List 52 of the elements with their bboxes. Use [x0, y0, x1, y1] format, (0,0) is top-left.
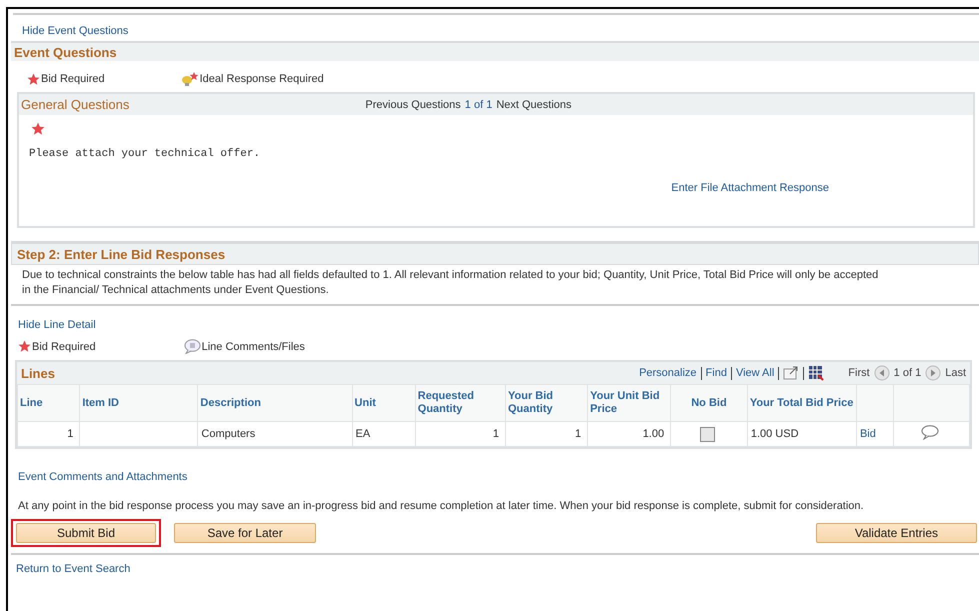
- toolbar-link[interactable]: Find: [706, 367, 727, 379]
- first-label: First: [848, 367, 870, 379]
- action-button[interactable]: Validate Entries: [816, 523, 977, 543]
- spreadsheet-icon[interactable]: [808, 365, 824, 381]
- toolbar-link[interactable]: View All: [736, 367, 774, 379]
- instruction-text: Due to technical constraints the below table has had all fields defaulted to 1. All relevant information related to your bid; Quantity, Unit Price, Total Bid Price will only be accepted in the Financial/ Technical attachments under Event Questions.: [21, 268, 880, 298]
- column-header: Line: [20, 396, 43, 408]
- table-cell: Computers: [201, 428, 256, 440]
- question-text: Please attach your technical offer.: [29, 148, 262, 160]
- action-button[interactable]: Submit Bid: [16, 523, 156, 543]
- table-cell: 1: [574, 428, 582, 440]
- previous-questions-label: Previous Questions: [365, 98, 461, 110]
- file-attachment-link[interactable]: Enter File Attachment Response: [29, 182, 829, 194]
- no-bid-checkbox[interactable]: [700, 426, 715, 442]
- page-count: 1 of 1: [464, 98, 492, 110]
- table-cell: 1: [67, 428, 74, 440]
- column-header: Description: [200, 396, 261, 408]
- comment-icon: [184, 339, 201, 354]
- column-header: Your Unit Bid Price: [590, 390, 660, 415]
- legend-label: Bid Required: [41, 73, 105, 85]
- panel-title: General Questions: [21, 97, 130, 112]
- legend-label: Line Comments/Files: [202, 340, 305, 352]
- section-title: Event Questions: [14, 44, 117, 60]
- column-header: Your Total Bid Price: [750, 396, 854, 408]
- column-header: Item ID: [82, 396, 119, 408]
- action-button[interactable]: Save for Later: [174, 523, 316, 543]
- table-cell: 1: [492, 428, 499, 440]
- star-icon: [27, 72, 40, 86]
- last-label: Last: [945, 367, 966, 379]
- return-link[interactable]: Return to Event Search: [16, 563, 130, 575]
- info-text: At any point in the bid response process you may save an in-progress bid and resume completion at later time. When your bid response is complete, submit for consideration.: [18, 499, 865, 514]
- toolbar-link[interactable]: Personalize: [639, 367, 697, 379]
- hide-line-detail-link[interactable]: Hide Line Detail: [18, 319, 96, 331]
- table-cell: 1.00 USD: [750, 428, 799, 440]
- column-header: Unit: [354, 396, 376, 408]
- column-header: Your Bid Quantity: [508, 390, 553, 415]
- page-count: 1 of 1: [894, 367, 922, 379]
- bulb-star-icon: [180, 72, 199, 86]
- column-header: No Bid: [691, 396, 727, 408]
- column-header: Requested Quantity: [418, 390, 474, 415]
- hide-event-questions-link[interactable]: Hide Event Questions: [22, 25, 128, 37]
- next-questions-label: Next Questions: [496, 98, 572, 110]
- legend-label: Bid Required: [32, 340, 96, 352]
- table-cell: 1.00: [642, 428, 664, 440]
- comment-icon[interactable]: [921, 425, 940, 440]
- legend-label: Ideal Response Required: [200, 73, 324, 85]
- table-cell: EA: [356, 428, 370, 440]
- event-comments-link[interactable]: Event Comments and Attachments: [18, 471, 188, 483]
- section-title: Step 2: Enter Line Bid Responses: [17, 246, 226, 262]
- zoom-window-icon[interactable]: [783, 366, 800, 380]
- star-icon: [18, 340, 31, 353]
- grid-title: Lines: [21, 366, 55, 380]
